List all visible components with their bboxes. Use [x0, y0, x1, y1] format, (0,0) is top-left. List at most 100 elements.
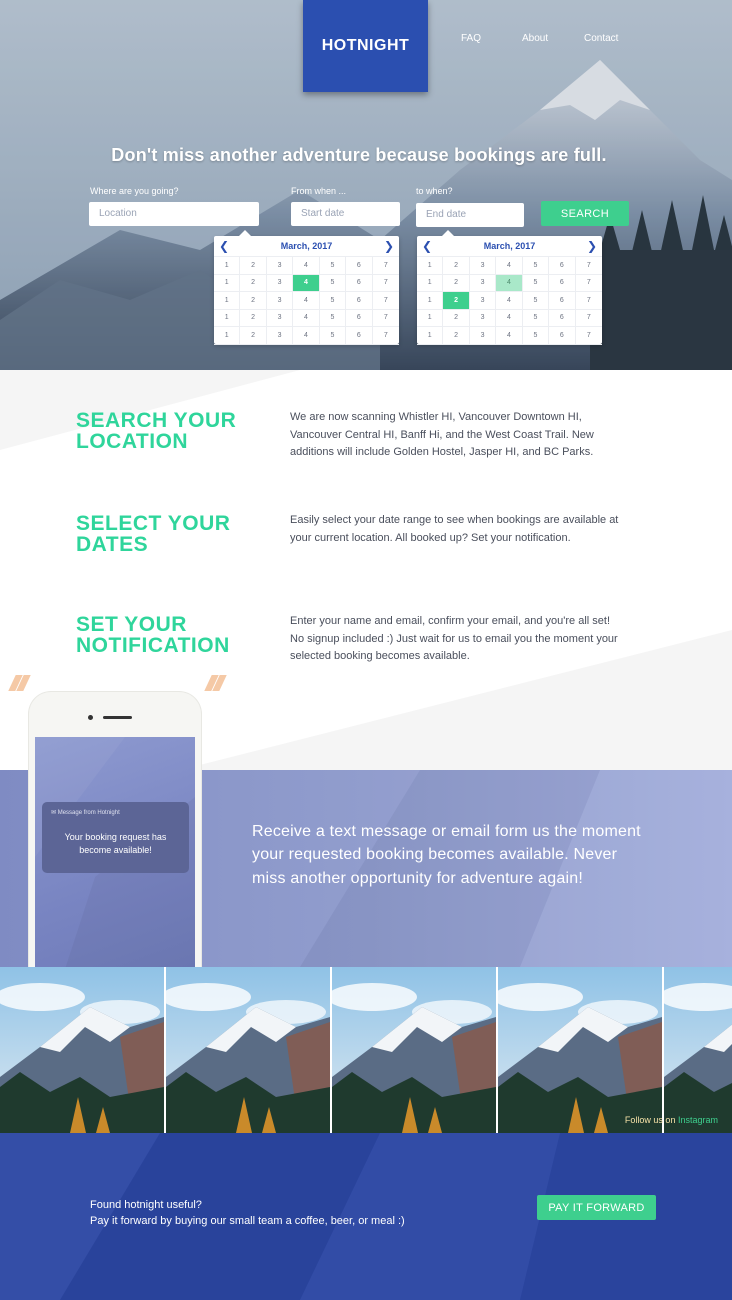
calendar-day[interactable]: 3	[469, 274, 497, 292]
chevron-left-icon[interactable]: ❮	[216, 236, 232, 256]
calendar-day[interactable]: 5	[319, 257, 347, 275]
instagram-link[interactable]: Instagram	[678, 1115, 718, 1125]
calendar-day[interactable]: 3	[469, 309, 497, 327]
calendar-day[interactable]: 6	[346, 309, 373, 327]
hero-title: Don't miss another adventure because boo…	[111, 145, 607, 165]
nav-link-contact[interactable]: Contact	[584, 33, 618, 44]
calendar-day[interactable]: 7	[575, 310, 602, 327]
calendar-grid: 12345671234567123456712345671234567	[417, 256, 602, 345]
nav-link-about[interactable]: About	[522, 33, 548, 44]
nav-link-faq[interactable]: FAQ	[461, 33, 481, 44]
gallery-photo[interactable]	[664, 967, 732, 1133]
footer-message: Found hotnight useful? Pay it forward by…	[90, 1199, 405, 1227]
gallery-photo[interactable]	[0, 967, 164, 1133]
calendar-day[interactable]: 4	[496, 257, 523, 275]
calendar-day[interactable]: 7	[372, 275, 399, 292]
calendar-day[interactable]: 6	[346, 327, 373, 345]
location-label: Where are you going?	[90, 186, 179, 196]
calendar-day[interactable]: 3	[266, 309, 294, 327]
calendar-day[interactable]: 7	[575, 292, 602, 310]
calendar-day[interactable]: 1	[417, 327, 444, 345]
calendar-day[interactable]: 5	[522, 327, 550, 345]
notification-card[interactable]: ✉ Message from Hotnight Your booking req…	[42, 802, 189, 873]
calendar-day[interactable]: 2	[240, 309, 267, 327]
calendar-day[interactable]: 1	[417, 257, 444, 275]
calendar-day[interactable]: 2	[443, 327, 470, 345]
calendar-day[interactable]: 3	[469, 327, 497, 345]
chevron-right-icon[interactable]: ❯	[381, 236, 397, 256]
calendar-day[interactable]: 6	[346, 292, 373, 310]
calendar-day[interactable]: 6	[346, 274, 373, 292]
phone-speaker-icon	[103, 716, 132, 719]
calendar-day[interactable]: 7	[372, 257, 399, 275]
calendar-day[interactable]: 5	[319, 327, 347, 345]
calendar-day[interactable]: 4	[293, 292, 320, 310]
start-date-input[interactable]: Start date	[291, 202, 400, 226]
calendar-day[interactable]: 7	[372, 292, 399, 310]
chevron-right-icon[interactable]: ❯	[584, 236, 600, 256]
calendar-day[interactable]: 2	[443, 292, 470, 310]
calendar-day[interactable]: 2	[240, 327, 267, 345]
calendar-day[interactable]: 7	[372, 327, 399, 345]
calendar-day[interactable]: 5	[319, 274, 347, 292]
calendar-day[interactable]: 4	[293, 257, 320, 275]
calendar-day[interactable]: 4	[293, 309, 320, 327]
chevron-left-icon[interactable]: ❮	[419, 236, 435, 256]
calendar-day[interactable]: 3	[266, 327, 294, 345]
calendar-day[interactable]: 5	[522, 257, 550, 275]
calendar-day[interactable]: 5	[319, 292, 347, 310]
gallery-photo[interactable]	[332, 967, 496, 1133]
calendar-day[interactable]: 6	[549, 309, 576, 327]
calendar-day[interactable]: 5	[522, 292, 550, 310]
calendar-day[interactable]: 4	[293, 327, 320, 345]
location-input[interactable]: Location	[89, 202, 259, 226]
calendar-day[interactable]: 2	[443, 274, 470, 292]
calendar-day[interactable]: 5	[522, 309, 550, 327]
calendar-day[interactable]: 6	[549, 292, 576, 310]
start-date-label: From when ...	[291, 186, 347, 196]
calendar-day[interactable]: 3	[266, 292, 294, 310]
gallery-photo[interactable]	[498, 967, 662, 1133]
calendar-day[interactable]: 2	[240, 274, 267, 292]
calendar-day[interactable]: 2	[443, 257, 470, 275]
calendar-day[interactable]: 1	[417, 309, 444, 327]
calendar-day[interactable]: 3	[266, 257, 294, 275]
calendar-day[interactable]: 4	[293, 274, 320, 292]
calendar-day[interactable]: 1	[214, 257, 241, 275]
calendar-day[interactable]: 2	[443, 309, 470, 327]
brand-logo[interactable]: HOTNIGHT	[303, 0, 428, 92]
calendar-day[interactable]: 4	[496, 327, 523, 345]
calendar-day[interactable]: 4	[496, 274, 523, 292]
calendar-day[interactable]: 7	[575, 327, 602, 345]
step-text-notification: Enter your name and email, confirm your …	[290, 615, 618, 663]
calendar-day[interactable]: 5	[522, 274, 550, 292]
calendar-day[interactable]: 7	[372, 310, 399, 327]
calendar-day[interactable]: 1	[214, 327, 241, 345]
calendar-day[interactable]: 2	[240, 257, 267, 275]
instagram-gallery: Follow us on Instagram	[0, 967, 732, 1133]
calendar-day[interactable]: 3	[266, 274, 294, 292]
calendar-day[interactable]: 6	[549, 257, 576, 275]
pay-it-forward-button[interactable]: PAY IT FORWARD	[537, 1195, 656, 1220]
calendar-day[interactable]: 1	[214, 274, 241, 292]
end-date-input[interactable]: End date	[416, 203, 524, 227]
calendar-day[interactable]: 7	[575, 275, 602, 292]
calendar-day[interactable]: 2	[240, 292, 267, 310]
calendar-day[interactable]: 6	[549, 274, 576, 292]
calendar-day[interactable]: 4	[496, 292, 523, 310]
start-date-calendar: ❮ March, 2017 ❯ 123456712345671234567123…	[214, 230, 399, 345]
calendar-day[interactable]: 1	[417, 292, 444, 310]
calendar-day[interactable]: 4	[496, 309, 523, 327]
calendar-day[interactable]: 5	[319, 309, 347, 327]
calendar-day[interactable]: 6	[549, 327, 576, 345]
search-button[interactable]: SEARCH	[541, 201, 629, 226]
calendar-day[interactable]: 3	[469, 292, 497, 310]
calendar-day[interactable]: 1	[214, 292, 241, 310]
calendar-day[interactable]: 7	[575, 257, 602, 275]
calendar-day[interactable]: 3	[469, 257, 497, 275]
calendar-day[interactable]: 1	[417, 274, 444, 292]
gallery-photo[interactable]	[166, 967, 330, 1133]
calendar-day[interactable]: 1	[214, 309, 241, 327]
calendar-day[interactable]: 6	[346, 257, 373, 275]
follow-instagram[interactable]: Follow us on Instagram	[625, 1115, 718, 1125]
